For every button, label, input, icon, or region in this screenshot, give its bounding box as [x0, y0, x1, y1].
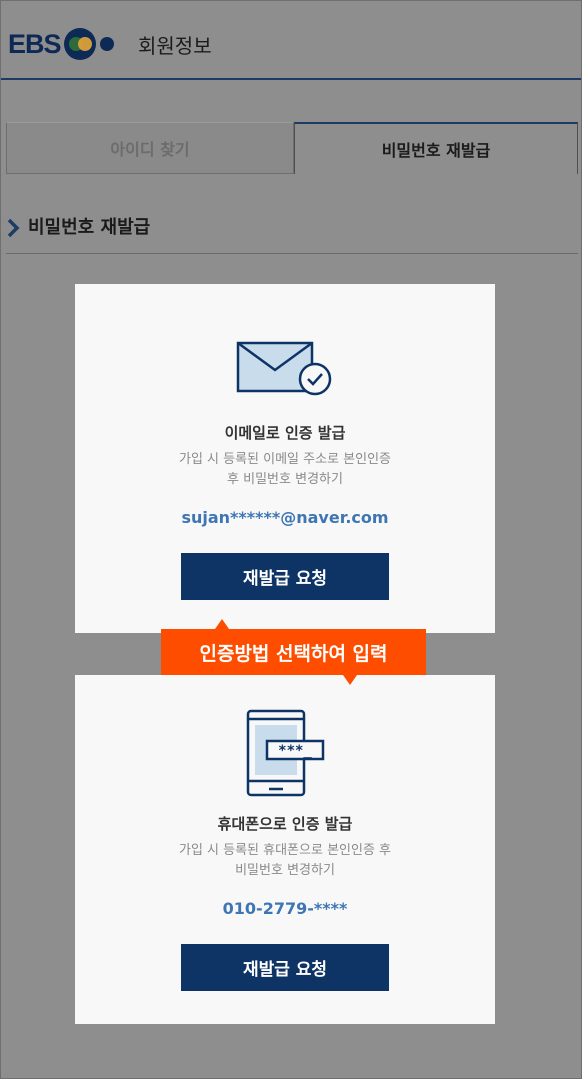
phone-auth-card: ***_ 휴대폰으로 인증 발급 가입 시 등록된 휴대폰으로 본인인증 후 비… [75, 675, 495, 1024]
page-title: 회원정보 [138, 34, 212, 58]
mail-check-icon [236, 341, 332, 396]
tab-bar: 아이디 찾기 비밀번호 재발급 [6, 122, 578, 174]
email-desc-line1: 가입 시 등록된 이메일 주소로 본인인증 [178, 452, 392, 467]
app-header: EBS 회원정보 [0, 0, 582, 80]
masked-email: sujan******@naver.com [181, 508, 389, 527]
phone-card-title: 휴대폰으로 인증 발급 [217, 815, 353, 833]
email-card-description: 가입 시 등록된 이메일 주소로 본인인증 후 비밀번호 변경하기 [135, 450, 435, 490]
email-auth-card: 이메일로 인증 발급 가입 시 등록된 이메일 주소로 본인인증 후 비밀번호 … [75, 284, 495, 633]
phone-reissue-button[interactable]: 재발급 요청 [181, 944, 389, 991]
phone-desc-line1: 가입 시 등록된 휴대폰으로 본인인증 후 [178, 843, 392, 858]
chevron-right-icon [7, 218, 20, 238]
phone-desc-line2: 비밀번호 변경하기 [235, 863, 335, 878]
ebs-logo[interactable]: EBS [8, 26, 121, 62]
email-desc-line2: 후 비밀번호 변경하기 [227, 472, 343, 487]
phone-card-description: 가입 시 등록된 휴대폰으로 본인인증 후 비밀번호 변경하기 [125, 841, 445, 881]
section-title: 비밀번호 재발급 [28, 217, 151, 238]
phone-password-icon: ***_ [246, 709, 325, 797]
section-heading: 비밀번호 재발급 [6, 214, 578, 254]
tab-find-id[interactable]: 아이디 찾기 [6, 122, 294, 174]
ebs-logo-icon [63, 28, 114, 60]
mask-text: ***_ [278, 743, 312, 759]
email-reissue-button[interactable]: 재발급 요청 [181, 553, 389, 600]
email-card-title: 이메일로 인증 발급 [224, 424, 346, 442]
auth-method-tooltip: 인증방법 선택하여 입력 [161, 619, 426, 685]
masked-phone: 010-2779-**** [222, 899, 348, 918]
tab-password-reissue[interactable]: 비밀번호 재발급 [294, 122, 578, 174]
logo-text: EBS [8, 28, 62, 59]
